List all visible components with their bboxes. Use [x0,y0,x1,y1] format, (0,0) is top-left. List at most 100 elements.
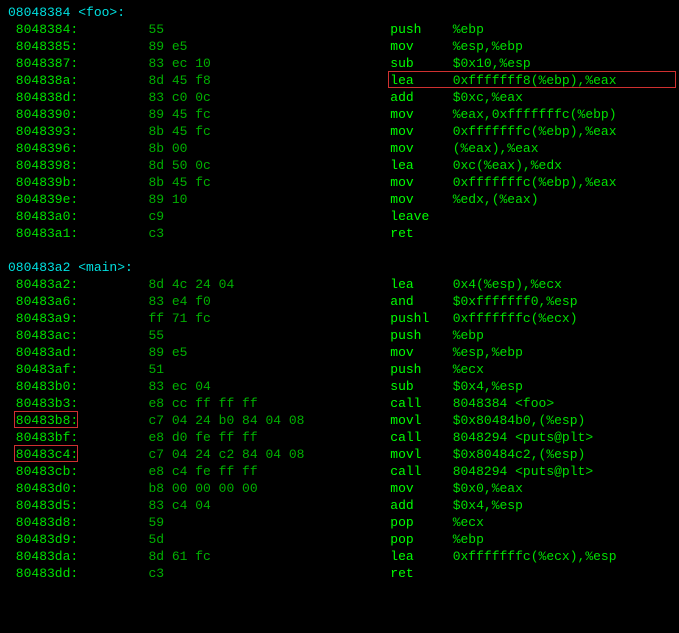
address: 80483c4 [8,447,70,462]
colon: : [70,209,148,224]
colon: : [70,175,148,190]
address: 80483a9 [8,311,70,326]
mnemonic: lea [390,73,452,88]
hex-bytes: e8 d0 fe ff ff [148,430,390,445]
hex-bytes: c3 [148,566,390,581]
mnemonic: movl [390,447,452,462]
hex-bytes: c7 04 24 b0 84 04 08 [148,413,390,428]
hex-bytes: ff 71 fc [148,311,390,326]
mnemonic: movl [390,413,452,428]
mnemonic: leave [390,209,452,224]
operands: 0xc(%eax),%edx [453,158,562,173]
hex-bytes: 8b 45 fc [148,124,390,139]
operands: (%eax),%eax [453,141,539,156]
mnemonic: push [390,328,452,343]
asm-line: 80483b3: e8 cc ff ff ff call 8048384 <fo… [8,395,671,412]
address: 80483b3 [8,396,70,411]
hex-bytes: 8b 00 [148,141,390,156]
colon: : [70,107,148,122]
operands: %esp,%ebp [453,39,523,54]
asm-line: 804838d: 83 c0 0c add $0xc,%eax [8,89,671,106]
hex-bytes: 89 10 [148,192,390,207]
address: 8048393 [8,124,70,139]
colon: : [70,447,148,462]
hex-bytes: 8d 50 0c [148,158,390,173]
mnemonic: mov [390,141,452,156]
mnemonic: push [390,22,452,37]
address: 80483a1 [8,226,70,241]
address: 804839e [8,192,70,207]
asm-line: 80483d9: 5d pop %ebp [8,531,671,548]
address: 80483cb [8,464,70,479]
address: 804838d [8,90,70,105]
hex-bytes: 89 45 fc [148,107,390,122]
hex-bytes: c7 04 24 c2 84 04 08 [148,447,390,462]
address: 80483ac [8,328,70,343]
asm-line: 8048398: 8d 50 0c lea 0xc(%eax),%edx [8,157,671,174]
colon: : [70,141,148,156]
hex-bytes: c3 [148,226,390,241]
blank-line [8,242,671,259]
address: 8048384 [8,22,70,37]
asm-line: 8048385: 89 e5 mov %esp,%ebp [8,38,671,55]
operands: %ebp [453,532,484,547]
address: 80483a6 [8,294,70,309]
mnemonic: mov [390,481,452,496]
operands: $0xc,%eax [453,90,523,105]
symbol-label-main: 080483a2 <main>: [8,259,671,276]
operands: %eax,0xfffffffc(%ebp) [453,107,617,122]
hex-bytes: 55 [148,22,390,37]
asm-line: 8048384: 55 push %ebp [8,21,671,38]
operands: %ebp [453,328,484,343]
address: 80483d9 [8,532,70,547]
asm-line: 80483ad: 89 e5 mov %esp,%ebp [8,344,671,361]
colon: : [70,192,148,207]
colon: : [70,413,148,428]
hex-bytes: 89 e5 [148,345,390,360]
colon: : [70,515,148,530]
operands: $0x4,%esp [453,498,523,513]
address: 80483d0 [8,481,70,496]
colon: : [70,311,148,326]
disassembly-listing: 08048384 <foo>: 8048384: 55 push %ebp 80… [8,4,671,582]
operands: 0xfffffff8(%ebp),%eax [453,73,617,88]
colon: : [70,430,148,445]
colon: : [70,56,148,71]
asm-line: 80483a1: c3 ret [8,225,671,242]
mnemonic: ret [390,226,452,241]
colon: : [70,464,148,479]
mnemonic: pop [390,532,452,547]
address: 80483b8 [8,413,70,428]
asm-line: 80483b8: c7 04 24 b0 84 04 08 movl $0x80… [8,412,671,429]
hex-bytes: c9 [148,209,390,224]
colon: : [70,498,148,513]
operands: $0x0,%eax [453,481,523,496]
operands: %esp,%ebp [453,345,523,360]
mnemonic: lea [390,277,452,292]
mnemonic: call [390,430,452,445]
colon: : [70,90,148,105]
colon: : [70,566,148,581]
address: 80483a0 [8,209,70,224]
hex-bytes: 83 c0 0c [148,90,390,105]
operands: 8048294 <puts@plt> [453,430,593,445]
address: 80483af [8,362,70,377]
colon: : [70,39,148,54]
address: 804838a [8,73,70,88]
asm-line: 80483a2: 8d 4c 24 04 lea 0x4(%esp),%ecx [8,276,671,293]
asm-line: 80483bf: e8 d0 fe ff ff call 8048294 <pu… [8,429,671,446]
asm-line: 80483a0: c9 leave [8,208,671,225]
operands: %ebp [453,22,484,37]
colon: : [70,22,148,37]
address: 80483d8 [8,515,70,530]
operands: 0xfffffffc(%ecx),%esp [453,549,617,564]
address: 80483d5 [8,498,70,513]
colon: : [70,362,148,377]
mnemonic: pop [390,515,452,530]
operands: $0x80484b0,(%esp) [453,413,586,428]
asm-line: 804839b: 8b 45 fc mov 0xfffffffc(%ebp),%… [8,174,671,191]
colon: : [70,277,148,292]
asm-line: 80483da: 8d 61 fc lea 0xfffffffc(%ecx),%… [8,548,671,565]
mnemonic: push [390,362,452,377]
mnemonic: mov [390,345,452,360]
